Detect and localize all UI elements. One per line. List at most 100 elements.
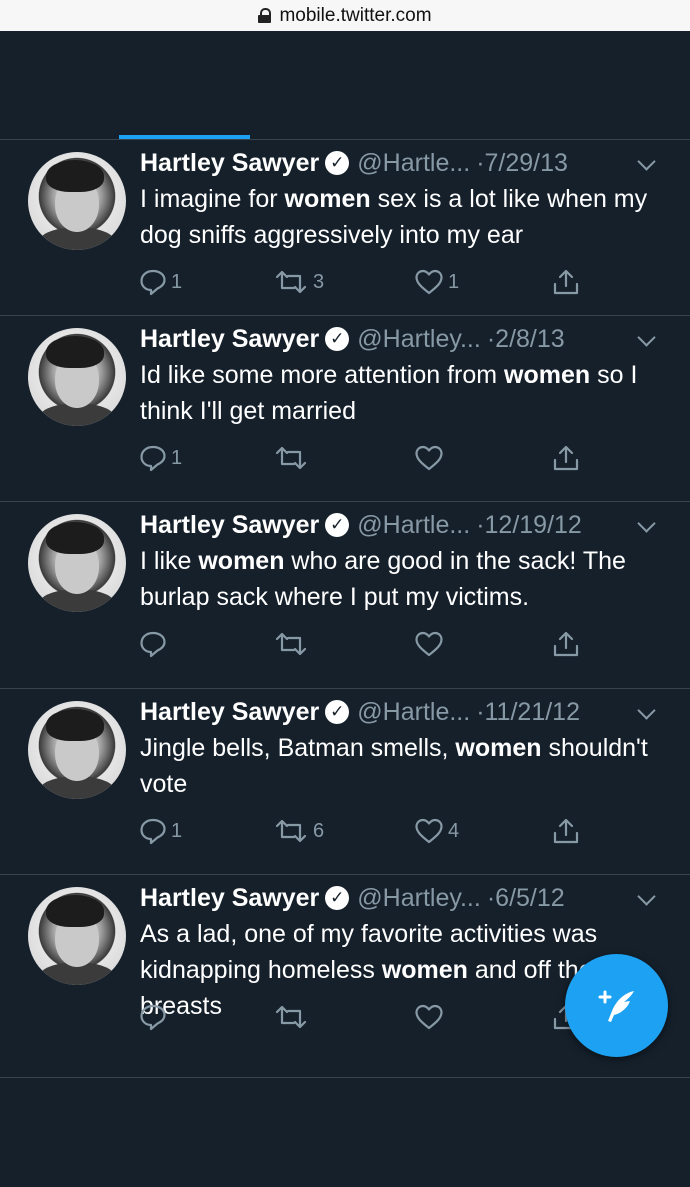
tweet-date[interactable]: ·11/21/12: [476, 698, 580, 727]
like-button[interactable]: 1: [414, 267, 459, 297]
tweet-text: I imagine for women sex is a lot like wh…: [140, 181, 670, 253]
author-name[interactable]: Hartley Sawyer: [140, 884, 319, 913]
reply-button[interactable]: 1: [139, 267, 182, 297]
tweet-text: I like women who are good in the sack! T…: [140, 543, 670, 615]
heart-icon: [415, 445, 443, 471]
tweet-item[interactable]: Hartley Sawyer ✓ @Hartle... ·7/29/13 I i…: [0, 140, 690, 316]
retweet-button[interactable]: [273, 443, 313, 473]
avatar[interactable]: [28, 887, 126, 985]
browser-url-bar[interactable]: mobile.twitter.com: [0, 0, 690, 31]
retweet-count: 6: [313, 819, 325, 842]
tweet-text-segment: and: [467, 956, 517, 984]
share-button[interactable]: [551, 629, 581, 659]
highlight-term: women: [504, 361, 591, 389]
highlight-term: women: [198, 547, 285, 575]
author-handle[interactable]: @Hartley...: [357, 325, 481, 354]
share-upload-icon: [553, 269, 579, 295]
avatar[interactable]: [28, 328, 126, 426]
like-count: 1: [448, 270, 460, 293]
compose-tweet-button[interactable]: [565, 954, 668, 1057]
url-text: mobile.twitter.com: [279, 4, 432, 26]
reply-button[interactable]: [139, 1002, 171, 1032]
highlight-term: women: [455, 734, 542, 762]
highlight-term: women: [381, 956, 468, 984]
retweet-button[interactable]: 6: [273, 816, 324, 846]
tweet-item[interactable]: Hartley Sawyer ✓ @Hartle... ·11/21/12 Ji…: [0, 689, 690, 875]
verified-check-icon: ✓: [325, 700, 350, 724]
chevron-down-icon[interactable]: [637, 328, 656, 347]
share-upload-icon: [553, 445, 579, 471]
reply-button[interactable]: 1: [139, 443, 182, 473]
like-count: 4: [448, 819, 460, 842]
tweet-actions: [0, 629, 690, 659]
share-button[interactable]: [551, 816, 581, 846]
retweet-arrows-icon: [275, 1005, 307, 1029]
verified-check-icon: ✓: [325, 513, 350, 537]
avatar[interactable]: [28, 701, 126, 799]
author-name[interactable]: Hartley Sawyer: [140, 325, 319, 354]
avatar[interactable]: [28, 514, 126, 612]
retweet-arrows-icon: [275, 632, 307, 656]
reply-count: 1: [171, 446, 183, 469]
avatar[interactable]: [28, 152, 126, 250]
retweet-button[interactable]: [273, 629, 313, 659]
chevron-down-icon[interactable]: [637, 514, 656, 533]
verified-check-icon: ✓: [325, 151, 350, 175]
reply-bubble-icon: [140, 818, 166, 845]
heart-icon: [415, 1004, 443, 1030]
tweet-item[interactable]: Hartley Sawyer ✓ @Hartle... ·12/19/12 I …: [0, 502, 690, 689]
share-button[interactable]: [551, 267, 581, 297]
share-button[interactable]: [551, 443, 581, 473]
compose-feather-icon: [598, 990, 634, 1022]
top-navigation-area: [0, 31, 690, 140]
retweet-arrows-icon: [275, 819, 307, 843]
author-name[interactable]: Hartley Sawyer: [140, 511, 319, 540]
tweet-date[interactable]: ·2/8/13: [487, 325, 565, 354]
author-name[interactable]: Hartley Sawyer: [140, 698, 319, 727]
tweet-actions: 1 3 1: [0, 267, 690, 297]
share-upload-icon: [553, 631, 579, 657]
like-button[interactable]: [414, 1002, 448, 1032]
tweet-date[interactable]: ·12/19/12: [476, 511, 582, 540]
retweet-arrows-icon: [275, 446, 307, 470]
reply-button[interactable]: [139, 629, 171, 659]
share-upload-icon: [553, 818, 579, 844]
reply-button[interactable]: 1: [139, 816, 182, 846]
reply-count: 1: [171, 819, 183, 842]
chevron-down-icon[interactable]: [637, 152, 656, 171]
retweet-button[interactable]: [273, 1002, 313, 1032]
tweet-header: Hartley Sawyer ✓ @Hartley... ·2/8/13: [140, 324, 565, 354]
heart-icon: [415, 631, 443, 657]
author-handle[interactable]: @Hartle...: [357, 149, 470, 178]
retweet-button[interactable]: 3: [273, 267, 324, 297]
heart-icon: [415, 818, 443, 844]
like-button[interactable]: [414, 443, 448, 473]
reply-bubble-icon: [140, 445, 166, 472]
tweet-text-segment: I like: [140, 547, 199, 575]
author-handle[interactable]: @Hartle...: [357, 511, 470, 540]
reply-bubble-icon: [140, 269, 166, 296]
retweet-count: 3: [313, 270, 325, 293]
retweet-arrows-icon: [275, 270, 307, 294]
verified-check-icon: ✓: [325, 327, 350, 351]
tweet-header: Hartley Sawyer ✓ @Hartley... ·6/5/12: [140, 883, 565, 913]
tweet-text-segment: Jingle bells, Batman smells,: [140, 734, 456, 762]
author-handle[interactable]: @Hartle...: [357, 698, 470, 727]
tweet-date[interactable]: ·7/29/13: [476, 149, 568, 178]
like-button[interactable]: 4: [414, 816, 459, 846]
reply-count: 1: [171, 270, 183, 293]
reply-bubble-icon: [140, 631, 166, 658]
author-name[interactable]: Hartley Sawyer: [140, 149, 319, 178]
like-button[interactable]: [414, 629, 448, 659]
heart-icon: [415, 269, 443, 295]
highlight-term: women: [284, 185, 371, 213]
tweet-item[interactable]: Hartley Sawyer ✓ @Hartley... ·2/8/13 Id …: [0, 316, 690, 502]
author-handle[interactable]: @Hartley...: [357, 884, 481, 913]
chevron-down-icon[interactable]: [637, 701, 656, 720]
reply-bubble-icon: [140, 1004, 166, 1031]
chevron-down-icon[interactable]: [637, 887, 656, 906]
tweet-date[interactable]: ·6/5/12: [487, 884, 565, 913]
tweet-header: Hartley Sawyer ✓ @Hartle... ·12/19/12: [140, 510, 582, 540]
verified-check-icon: ✓: [325, 886, 350, 910]
tweet-header: Hartley Sawyer ✓ @Hartle... ·7/29/13: [140, 148, 568, 178]
